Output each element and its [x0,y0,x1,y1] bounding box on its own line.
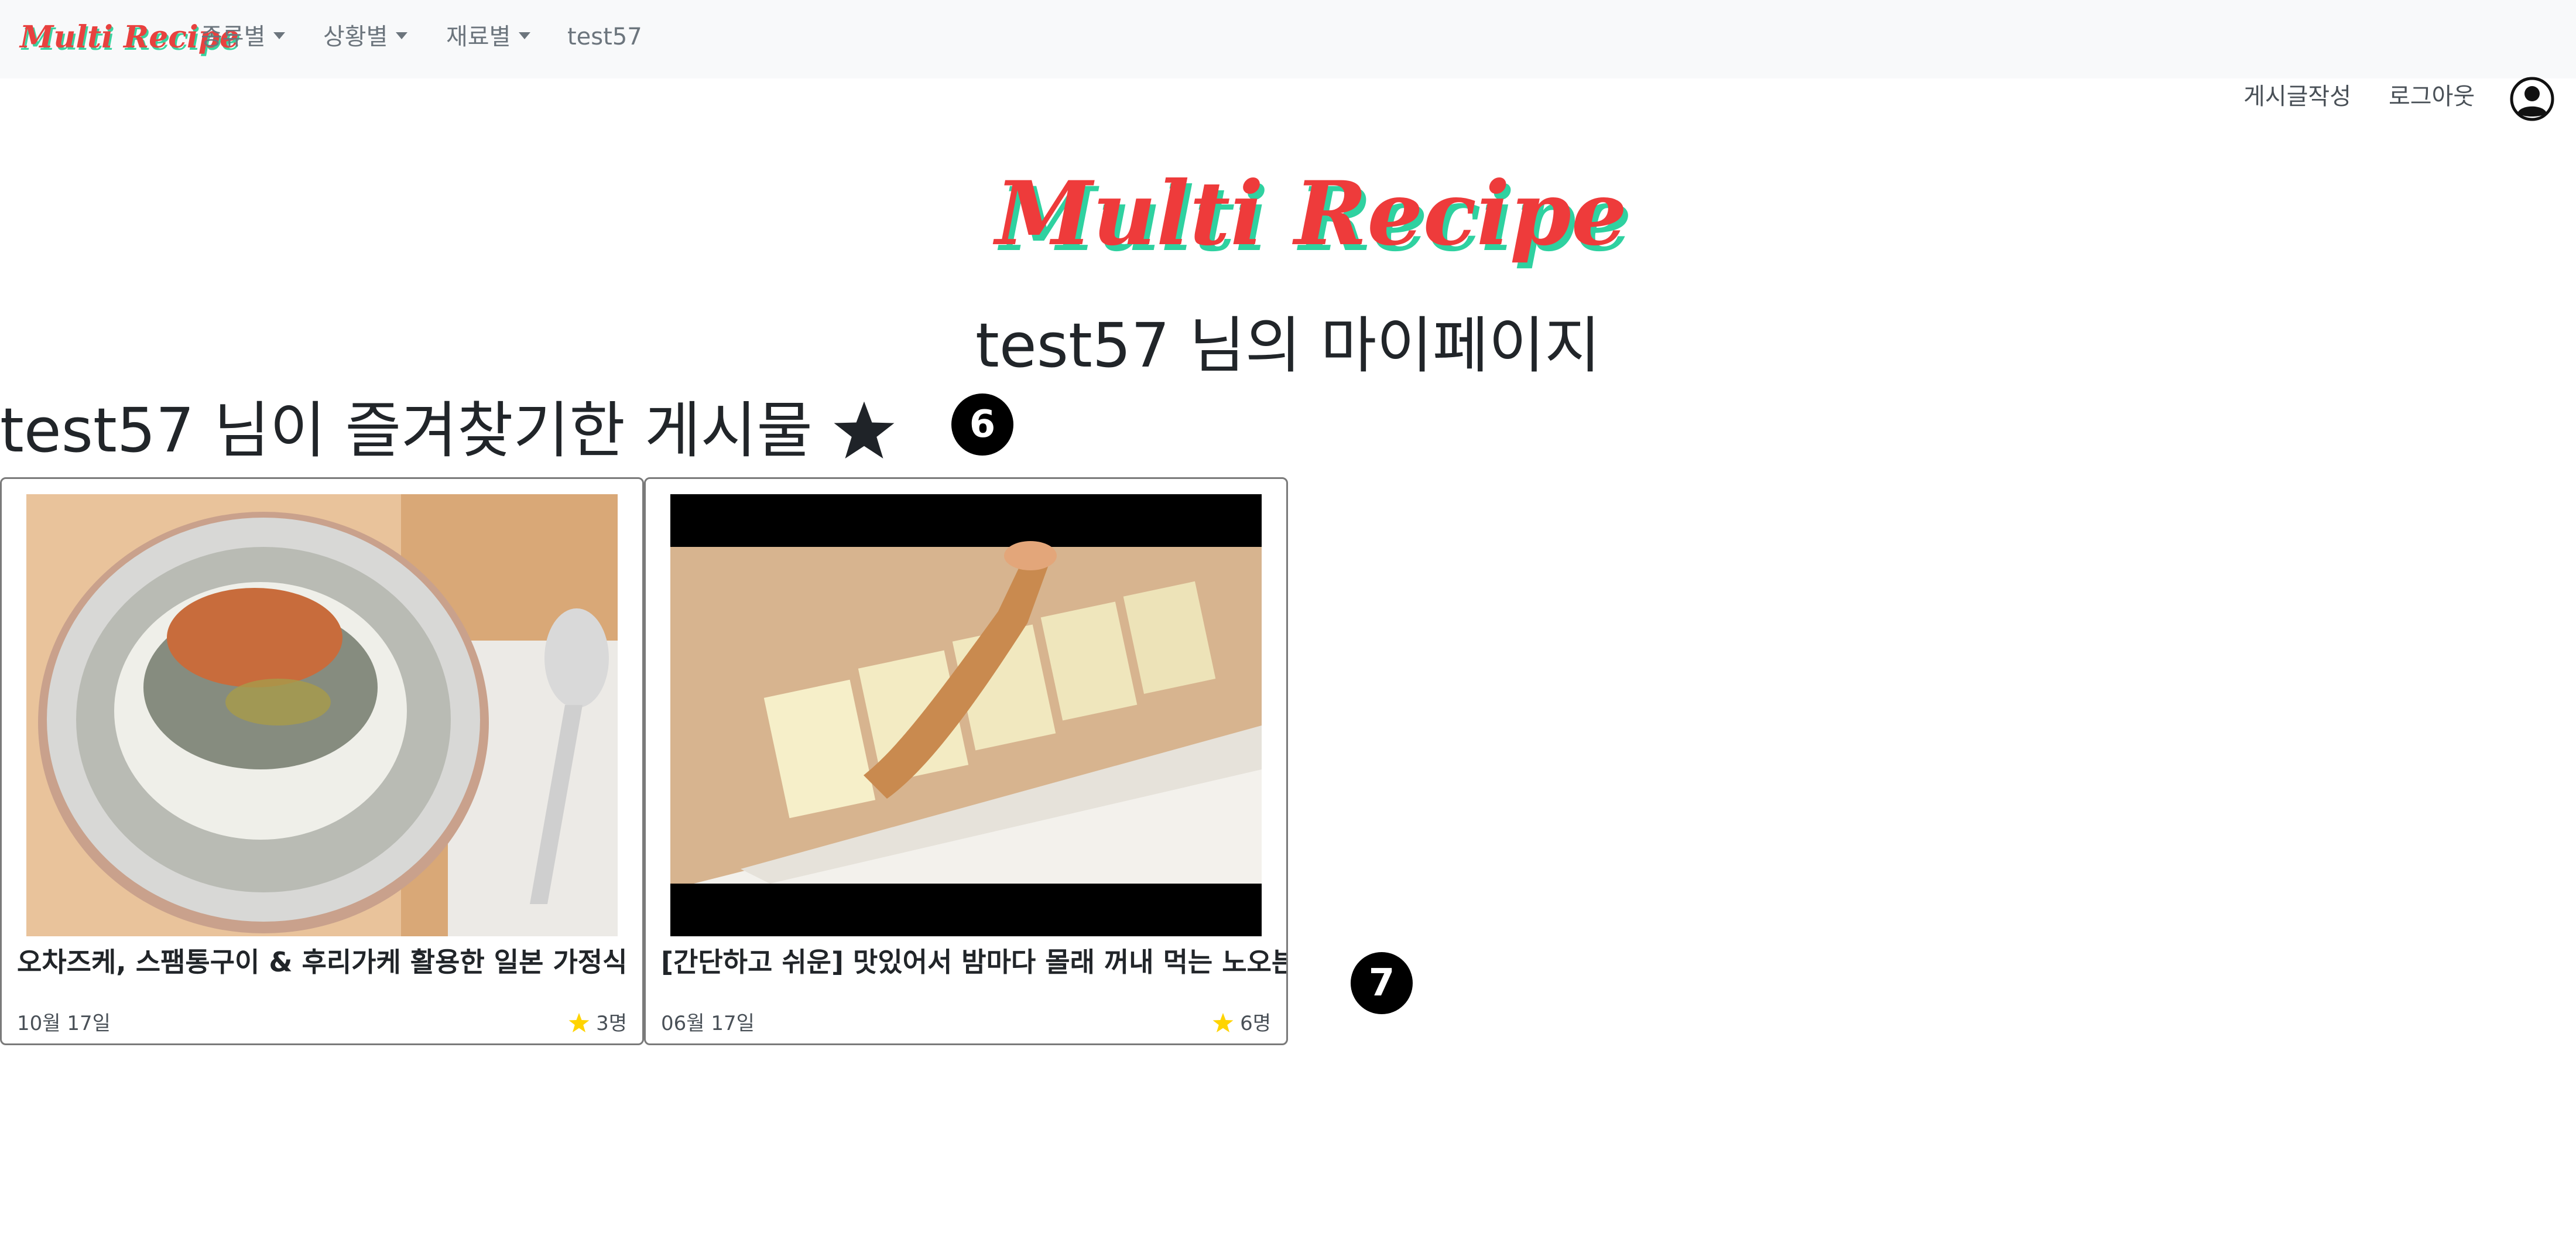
recipe-card-title[interactable]: [간단하고 쉬운] 맛있어서 밤마다 몰래 꺼내 먹는 노오븐 치즈케이크 [661,942,1286,983]
user-profile-icon[interactable] [2509,76,2555,122]
nav-menu-ingredient-label: 재료별 [446,23,511,50]
nav-user-link[interactable]: test57 [567,18,642,56]
nav-menu-type[interactable]: 종류별 [201,18,286,56]
recipe-card-favorites-count: 6명 [1240,1012,1271,1035]
recipe-card[interactable]: 오차즈케, 스팸통구이 & 후리가케 활용한 일본 가정식 10월 17일 3명 [0,477,644,1045]
star-icon [834,401,895,459]
recipe-card-title[interactable]: 오차즈케, 스팸통구이 & 후리가케 활용한 일본 가정식 [17,942,642,983]
chevron-down-icon [396,32,408,39]
star-icon [1212,1012,1234,1032]
write-post-link[interactable]: 게시글작성 [2243,76,2351,117]
logout-link[interactable]: 로그아웃 [2389,76,2475,117]
hero-logo: Multi Recipe [995,162,1628,265]
star-icon [568,1012,590,1032]
recipe-card-favorites-count: 3명 [596,1012,627,1035]
top-navbar: Multi Recipe 종류별 상황별 재료별 test57 [0,0,2576,78]
recipe-thumbnail-cheesecake[interactable] [670,494,1262,936]
recipe-card[interactable]: [간단하고 쉬운] 맛있어서 밤마다 몰래 꺼내 먹는 노오븐 치즈케이크 06… [644,477,1288,1045]
recipe-thumbnail-ochazuke[interactable] [26,494,618,936]
recipe-card-favorites: 6명 [1212,1009,1271,1038]
recipe-card-favorites: 3명 [568,1009,627,1038]
recipe-card-date: 10월 17일 [17,1012,111,1035]
chevron-down-icon [273,32,286,39]
favorites-heading: test57 님이 즐겨찾기한 게시물 [0,395,813,466]
nav-menu-type-label: 종류별 [201,23,266,50]
chevron-down-icon [519,32,531,39]
marker-badge-6: 6 [951,393,1013,456]
marker-badge-7: 7 [1351,952,1413,1014]
nav-menu-situation[interactable]: 상황별 [323,18,408,56]
nav-menu-ingredient[interactable]: 재료별 [446,18,531,56]
nav-menu-situation-label: 상황별 [323,23,388,50]
recipe-card-date: 06월 17일 [661,1012,755,1035]
page-title: test57 님의 마이페이지 [975,310,1601,381]
